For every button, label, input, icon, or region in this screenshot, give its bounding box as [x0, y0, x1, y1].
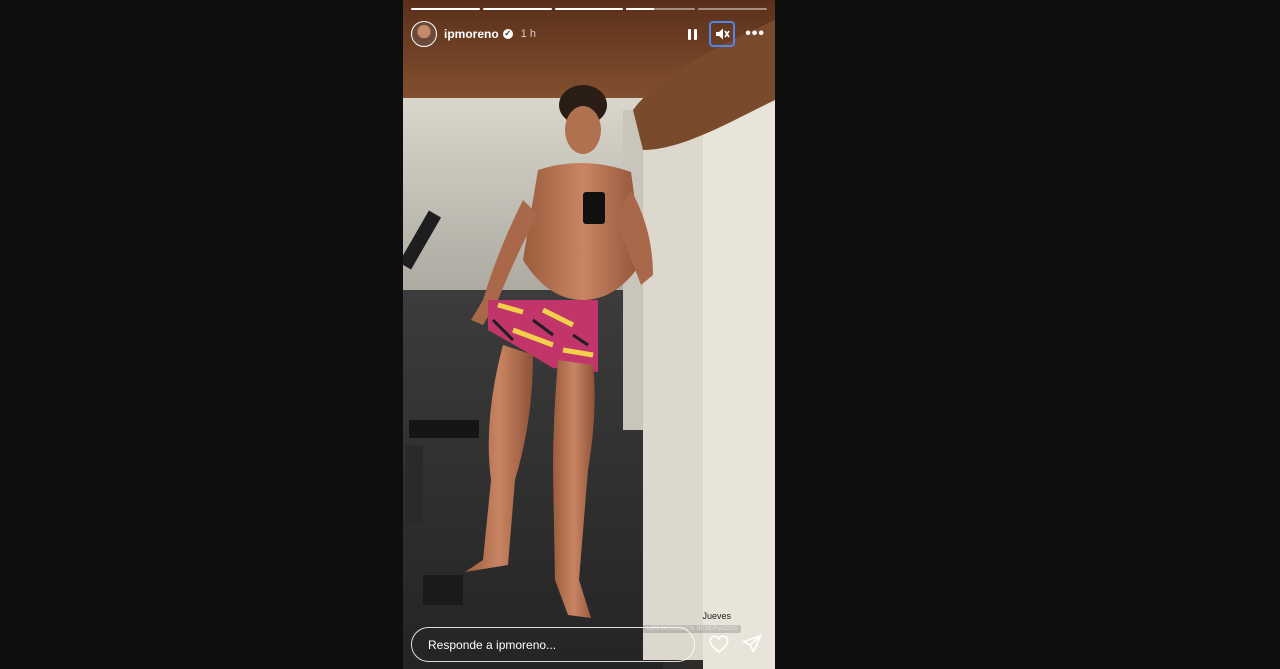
pause-icon	[687, 28, 691, 40]
verified-badge-icon: ✓	[502, 29, 513, 39]
heart-icon[interactable]	[708, 633, 730, 655]
progress-segment	[554, 8, 624, 10]
avatar[interactable]	[411, 21, 437, 47]
story-viewer[interactable]: ipmoreno ✓ 1 h ••• Jueves LOS DERECHOS R…	[403, 0, 775, 669]
progress-segment	[411, 8, 480, 10]
reply-input[interactable]: Responde a ipmoreno...	[411, 627, 695, 662]
muted-speaker-icon	[716, 28, 730, 40]
username-link[interactable]: ipmoreno	[444, 27, 499, 41]
story-controls: •••	[685, 21, 765, 47]
progress-segment	[482, 8, 552, 10]
pause-button[interactable]	[685, 26, 699, 42]
story-photo	[403, 0, 775, 669]
send-icon[interactable]	[741, 633, 763, 655]
progress-segment	[626, 8, 696, 10]
story-date-label: Jueves	[702, 611, 731, 621]
progress-segment	[698, 8, 767, 10]
post-time: 1 h	[520, 28, 536, 40]
pause-icon	[693, 28, 697, 40]
more-options-icon[interactable]: •••	[745, 25, 765, 43]
mute-button[interactable]	[709, 21, 736, 47]
story-header: ipmoreno ✓ 1 h •••	[411, 20, 765, 48]
story-progress	[411, 8, 767, 10]
